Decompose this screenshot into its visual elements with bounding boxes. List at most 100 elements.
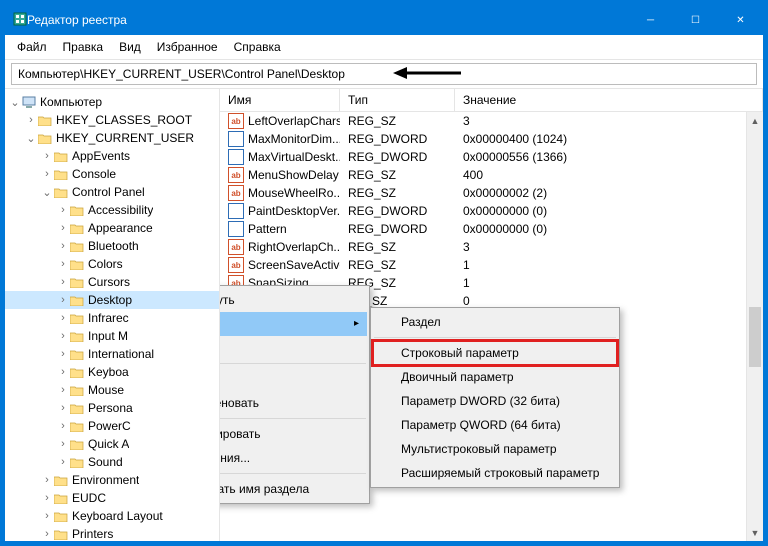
registry-value-row[interactable]: PatternREG_DWORD0x00000000 (0) bbox=[220, 220, 746, 238]
context-item-развернуть[interactable]: Развернуть bbox=[220, 288, 367, 312]
tree-item-international[interactable]: ›International bbox=[5, 345, 219, 363]
maximize-button[interactable]: ☐ bbox=[673, 5, 718, 35]
column-name[interactable]: Имя bbox=[220, 89, 340, 111]
tree-item-desktop[interactable]: ›Desktop bbox=[5, 291, 219, 309]
context-item-создать[interactable]: Создать▸ bbox=[220, 312, 367, 336]
tree-item-infrarec[interactable]: ›Infrarec bbox=[5, 309, 219, 327]
context-item-экспортировать[interactable]: Экспортировать bbox=[220, 422, 367, 446]
close-button[interactable]: ✕ bbox=[718, 5, 763, 35]
menu-file[interactable]: Файл bbox=[9, 37, 55, 57]
menu-help[interactable]: Справка bbox=[226, 37, 289, 57]
tree-twisty-icon[interactable]: › bbox=[41, 492, 53, 504]
context-item-разрешения-[interactable]: Разрешения... bbox=[220, 446, 367, 470]
context-item-удалить[interactable]: Удалить bbox=[220, 367, 367, 391]
tree-twisty-icon[interactable]: › bbox=[57, 276, 69, 288]
registry-value-row[interactable]: MenuShowDelayREG_SZ400 bbox=[220, 166, 746, 184]
tree-twisty-icon[interactable]: › bbox=[57, 294, 69, 306]
tree-item-powerc[interactable]: ›PowerC bbox=[5, 417, 219, 435]
registry-value-row[interactable]: RightOverlapCh...REG_SZ3 bbox=[220, 238, 746, 256]
tree-twisty-icon[interactable]: › bbox=[41, 150, 53, 162]
submenu-item-двоичный-параметр[interactable]: Двоичный параметр bbox=[373, 365, 617, 389]
tree-item-keyboa[interactable]: ›Keyboa bbox=[5, 363, 219, 381]
submenu-item-параметр-dword-32-бита-[interactable]: Параметр DWORD (32 бита) bbox=[373, 389, 617, 413]
tree-item-console[interactable]: ›Console bbox=[5, 165, 219, 183]
tree-item-quick-a[interactable]: ›Quick A bbox=[5, 435, 219, 453]
tree-item-appearance[interactable]: ›Appearance bbox=[5, 219, 219, 237]
tree-twisty-icon[interactable]: › bbox=[57, 240, 69, 252]
tree-twisty-icon[interactable]: › bbox=[57, 348, 69, 360]
tree-twisty-icon[interactable]: ⌄ bbox=[9, 96, 21, 109]
string-value-icon bbox=[228, 167, 244, 183]
tree-item-appevents[interactable]: ›AppEvents bbox=[5, 147, 219, 165]
registry-value-row[interactable]: ScreenSaveActiveREG_SZ1 bbox=[220, 256, 746, 274]
tree-item-persona[interactable]: ›Persona bbox=[5, 399, 219, 417]
column-type[interactable]: Тип bbox=[340, 89, 455, 111]
tree-view[interactable]: ⌄Компьютер›HKEY_CLASSES_ROOT⌄HKEY_CURREN… bbox=[5, 89, 220, 541]
tree-item-input-m[interactable]: ›Input M bbox=[5, 327, 219, 345]
tree-item-keyboard-layout[interactable]: ›Keyboard Layout bbox=[5, 507, 219, 525]
tree-twisty-icon[interactable]: › bbox=[57, 330, 69, 342]
tree-twisty-icon[interactable]: › bbox=[57, 402, 69, 414]
tree-twisty-icon[interactable]: › bbox=[57, 366, 69, 378]
column-value[interactable]: Значение bbox=[455, 89, 763, 111]
tree-twisty-icon[interactable]: › bbox=[57, 312, 69, 324]
scroll-down-button[interactable]: ▼ bbox=[747, 524, 763, 541]
tree-twisty-icon[interactable]: › bbox=[57, 420, 69, 432]
tree-item-bluetooth[interactable]: ›Bluetooth bbox=[5, 237, 219, 255]
tree-twisty-icon[interactable]: › bbox=[57, 258, 69, 270]
tree-item-printers[interactable]: ›Printers bbox=[5, 525, 219, 541]
tree-item-control-panel[interactable]: ⌄Control Panel bbox=[5, 183, 219, 201]
folder-icon bbox=[37, 130, 53, 146]
minimize-button[interactable]: ─ bbox=[628, 5, 673, 35]
tree-item-environment[interactable]: ›Environment bbox=[5, 471, 219, 489]
tree-hkcu[interactable]: ⌄HKEY_CURRENT_USER bbox=[5, 129, 219, 147]
tree-twisty-icon[interactable]: › bbox=[41, 474, 53, 486]
tree-twisty-icon[interactable]: › bbox=[57, 438, 69, 450]
context-item-копировать-имя-раздела[interactable]: Копировать имя раздела bbox=[220, 477, 367, 501]
address-input[interactable] bbox=[11, 63, 757, 85]
registry-value-row[interactable]: MaxVirtualDeskt...REG_DWORD0x00000556 (1… bbox=[220, 148, 746, 166]
menu-favorites[interactable]: Избранное bbox=[149, 37, 226, 57]
tree-twisty-icon[interactable]: › bbox=[41, 510, 53, 522]
scroll-up-button[interactable]: ▲ bbox=[747, 112, 763, 129]
tree-twisty-icon[interactable]: › bbox=[41, 168, 53, 180]
folder-icon bbox=[53, 148, 69, 164]
tree-item-accessibility[interactable]: ›Accessibility bbox=[5, 201, 219, 219]
registry-value-row[interactable]: PaintDesktopVer...REG_DWORD0x00000000 (0… bbox=[220, 202, 746, 220]
tree-twisty-icon[interactable]: › bbox=[57, 204, 69, 216]
tree-twisty-icon[interactable]: › bbox=[25, 114, 37, 126]
tree-item-colors[interactable]: ›Colors bbox=[5, 255, 219, 273]
tree-twisty-icon[interactable]: ⌄ bbox=[25, 132, 37, 145]
submenu-item-раздел[interactable]: Раздел bbox=[373, 310, 617, 334]
submenu-item-строковый-параметр[interactable]: Строковый параметр bbox=[373, 341, 617, 365]
submenu-item-мультистроковый-параметр[interactable]: Мультистроковый параметр bbox=[373, 437, 617, 461]
submenu-item-параметр-qword-64-бита-[interactable]: Параметр QWORD (64 бита) bbox=[373, 413, 617, 437]
tree-item-sound[interactable]: ›Sound bbox=[5, 453, 219, 471]
vertical-scrollbar[interactable]: ▲ ▼ bbox=[746, 112, 763, 541]
tree-item-eudc[interactable]: ›EUDC bbox=[5, 489, 219, 507]
tree-hkcr[interactable]: ›HKEY_CLASSES_ROOT bbox=[5, 111, 219, 129]
context-item-найти-[interactable]: Найти... bbox=[220, 336, 367, 360]
tree-twisty-icon[interactable]: ⌄ bbox=[41, 186, 53, 199]
tree-twisty-icon[interactable]: › bbox=[57, 456, 69, 468]
tree-item-mouse[interactable]: ›Mouse bbox=[5, 381, 219, 399]
addressbar bbox=[5, 60, 763, 89]
tree-twisty-icon[interactable]: › bbox=[41, 528, 53, 540]
menu-view[interactable]: Вид bbox=[111, 37, 149, 57]
registry-value-row[interactable]: MouseWheelRo...REG_SZ0x00000002 (2) bbox=[220, 184, 746, 202]
registry-value-row[interactable]: LeftOverlapCharsREG_SZ3 bbox=[220, 112, 746, 130]
submenu-item-расширяемый-строковый-параметр[interactable]: Расширяемый строковый параметр bbox=[373, 461, 617, 485]
value-data: 0x00000000 (0) bbox=[455, 221, 746, 237]
binary-value-icon bbox=[228, 149, 244, 165]
tree-root-computer[interactable]: ⌄Компьютер bbox=[5, 93, 219, 111]
tree-item-cursors[interactable]: ›Cursors bbox=[5, 273, 219, 291]
value-type: REG_DWORD bbox=[340, 203, 455, 219]
tree-twisty-icon[interactable]: › bbox=[57, 384, 69, 396]
registry-value-row[interactable]: MaxMonitorDim...REG_DWORD0x00000400 (102… bbox=[220, 130, 746, 148]
context-item-переименовать[interactable]: Переименовать bbox=[220, 391, 367, 415]
titlebar[interactable]: Редактор реестра ─ ☐ ✕ bbox=[5, 5, 763, 35]
tree-twisty-icon[interactable]: › bbox=[57, 222, 69, 234]
menu-edit[interactable]: Правка bbox=[55, 37, 112, 57]
value-data: 1 bbox=[455, 275, 746, 291]
scroll-thumb[interactable] bbox=[749, 307, 761, 367]
